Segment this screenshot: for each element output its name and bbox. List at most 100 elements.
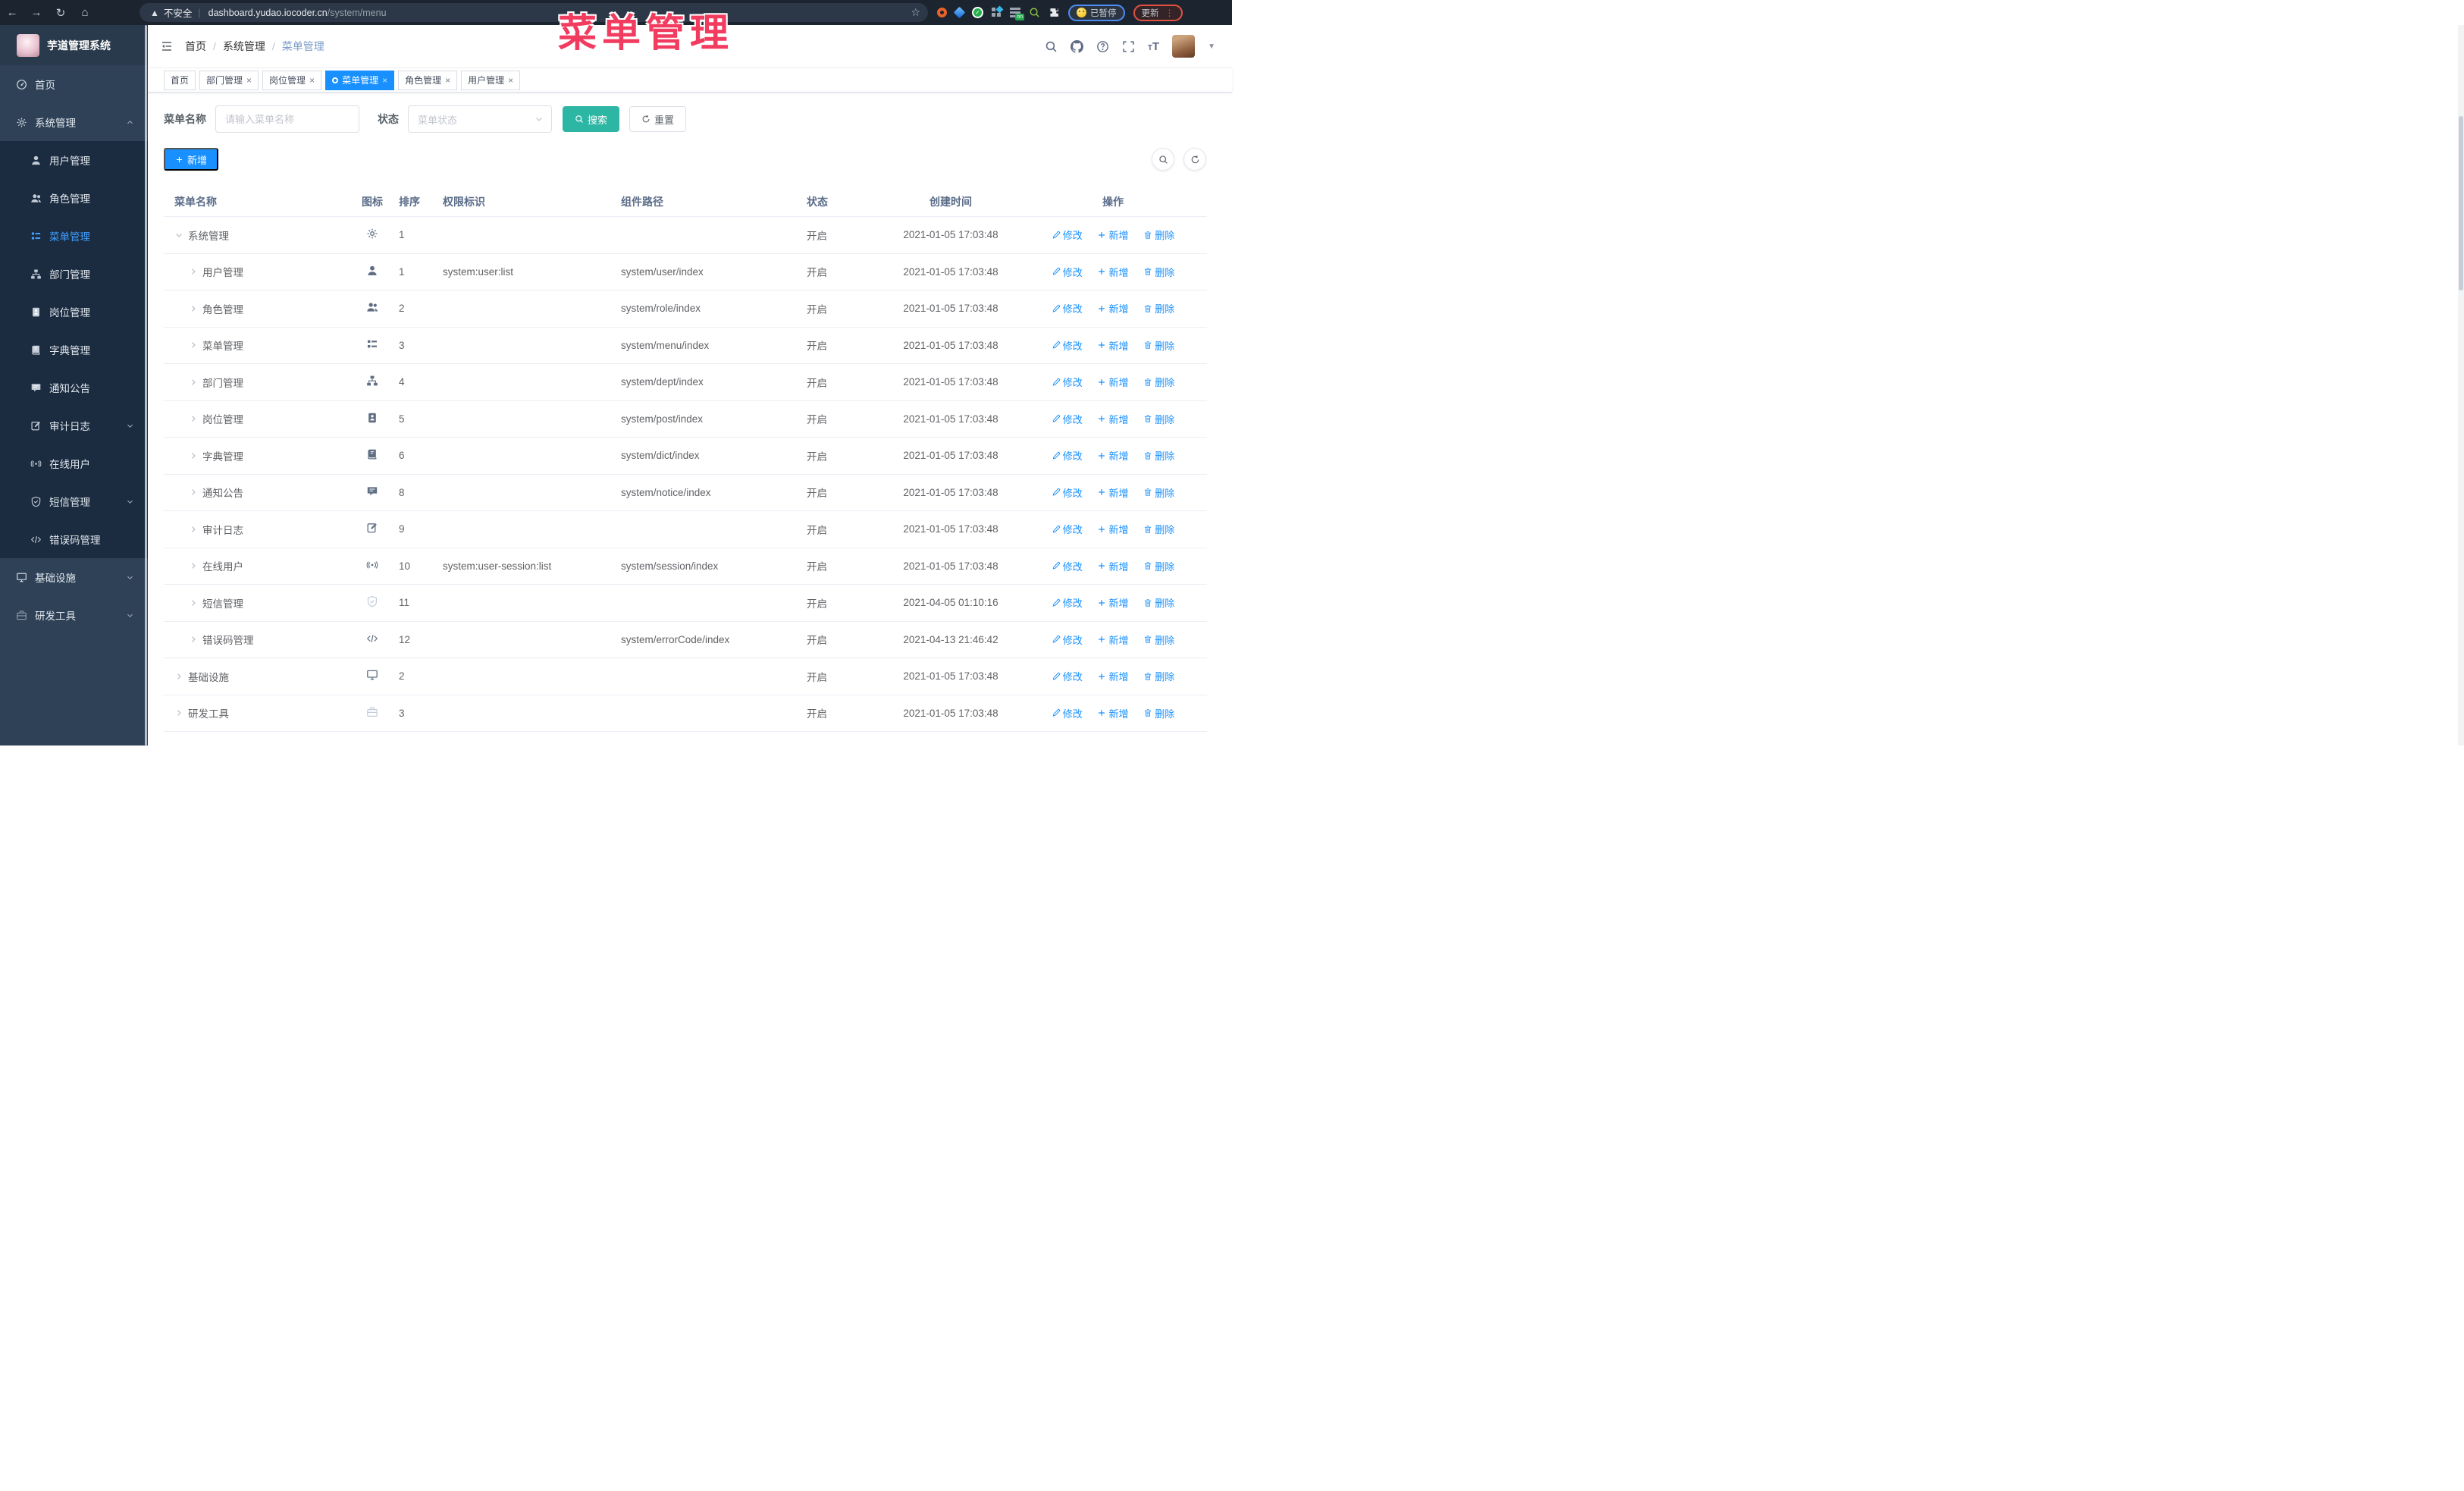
search-icon[interactable]	[1045, 40, 1058, 53]
row-expand-icon[interactable]	[174, 231, 183, 240]
delete-link[interactable]: 删除	[1143, 228, 1174, 242]
add-child-link[interactable]: 新增	[1097, 301, 1129, 315]
sidebar-item-user[interactable]: 用户管理	[0, 141, 148, 179]
edit-link[interactable]: 修改	[1052, 301, 1083, 315]
extension-gem-icon[interactable]	[953, 6, 966, 19]
delete-link[interactable]: 删除	[1143, 669, 1174, 683]
browser-forward-button[interactable]: →	[24, 6, 49, 19]
add-child-link[interactable]: 新增	[1097, 265, 1129, 279]
sidebar-item-code[interactable]: 错误码管理	[0, 520, 148, 558]
help-icon[interactable]	[1096, 40, 1109, 53]
sidebar-collapse-icon[interactable]	[161, 40, 173, 52]
add-child-link[interactable]: 新增	[1097, 485, 1129, 500]
row-expand-icon[interactable]	[189, 598, 198, 607]
sidebar-item-log[interactable]: 审计日志	[0, 406, 148, 444]
browser-back-button[interactable]: ←	[0, 6, 24, 19]
tab-close-icon[interactable]: ×	[382, 76, 387, 85]
edit-link[interactable]: 修改	[1052, 412, 1083, 426]
extension-paused-chip[interactable]: 已暂停	[1068, 4, 1125, 21]
user-menu-caret-icon[interactable]: ▼	[1208, 42, 1215, 51]
add-child-link[interactable]: 新增	[1097, 559, 1129, 573]
edit-link[interactable]: 修改	[1052, 559, 1083, 573]
row-expand-icon[interactable]	[174, 708, 183, 717]
extension-stack-icon[interactable]: on	[1010, 8, 1024, 20]
tab[interactable]: 用户管理 ×	[461, 70, 521, 90]
edit-link[interactable]: 修改	[1052, 375, 1083, 389]
browser-home-button[interactable]: ⌂	[73, 6, 97, 19]
delete-link[interactable]: 删除	[1143, 265, 1174, 279]
sidebar-item-tool[interactable]: 研发工具	[0, 596, 148, 634]
delete-link[interactable]: 删除	[1143, 375, 1174, 389]
row-expand-icon[interactable]	[189, 414, 198, 423]
row-expand-icon[interactable]	[189, 451, 198, 460]
github-icon[interactable]	[1071, 40, 1083, 53]
add-child-link[interactable]: 新增	[1097, 595, 1129, 610]
row-expand-icon[interactable]	[189, 341, 198, 350]
edit-link[interactable]: 修改	[1052, 228, 1083, 242]
page-scrollbar[interactable]	[2458, 25, 2464, 746]
row-expand-icon[interactable]	[189, 304, 198, 313]
sidebar-item-users[interactable]: 角色管理	[0, 179, 148, 217]
tab[interactable]: 首页	[164, 70, 196, 90]
extension-check-icon[interactable]: ✓	[972, 7, 983, 18]
bookmark-star-icon[interactable]: ☆	[911, 6, 920, 19]
row-expand-icon[interactable]	[174, 672, 183, 681]
delete-link[interactable]: 删除	[1143, 338, 1174, 353]
tab[interactable]: 岗位管理 ×	[262, 70, 322, 90]
edit-link[interactable]: 修改	[1052, 338, 1083, 353]
extensions-puzzle-icon[interactable]	[1049, 7, 1060, 18]
delete-link[interactable]: 删除	[1143, 412, 1174, 426]
tab[interactable]: 菜单管理 ×	[325, 70, 395, 90]
refresh-table-button[interactable]	[1183, 148, 1206, 171]
edit-link[interactable]: 修改	[1052, 632, 1083, 647]
add-child-link[interactable]: 新增	[1097, 228, 1129, 242]
breadcrumb-system[interactable]: 系统管理	[223, 39, 265, 54]
add-button[interactable]: 新增	[164, 148, 219, 171]
browser-menu-kebab-icon[interactable]: ⋮	[1165, 8, 1174, 18]
delete-link[interactable]: 删除	[1143, 522, 1174, 536]
add-child-link[interactable]: 新增	[1097, 522, 1129, 536]
edit-link[interactable]: 修改	[1052, 706, 1083, 720]
browser-address-bar[interactable]: ▲ 不安全 | dashboard.yudao.iocoder.cn /syst…	[140, 3, 928, 22]
delete-link[interactable]: 删除	[1143, 559, 1174, 573]
row-expand-icon[interactable]	[189, 561, 198, 570]
sidebar-item-message[interactable]: 通知公告	[0, 369, 148, 406]
status-select[interactable]: 菜单状态	[408, 105, 552, 133]
delete-link[interactable]: 删除	[1143, 485, 1174, 500]
row-expand-icon[interactable]	[189, 267, 198, 276]
fullscreen-icon[interactable]	[1122, 40, 1135, 53]
sidebar-item-monitor[interactable]: 基础设施	[0, 558, 148, 596]
sidebar-item-dashboard[interactable]: 首页	[0, 65, 148, 103]
tab-close-icon[interactable]: ×	[508, 76, 513, 85]
delete-link[interactable]: 删除	[1143, 632, 1174, 647]
browser-reload-button[interactable]: ↻	[49, 6, 73, 20]
row-expand-icon[interactable]	[189, 378, 198, 387]
tab[interactable]: 角色管理 ×	[398, 70, 458, 90]
add-child-link[interactable]: 新增	[1097, 375, 1129, 389]
font-size-icon[interactable]: TT	[1148, 40, 1159, 53]
tab-close-icon[interactable]: ×	[445, 76, 450, 85]
tab[interactable]: 部门管理 ×	[199, 70, 259, 90]
toggle-search-button[interactable]	[1152, 148, 1174, 171]
app-logo-row[interactable]: 芋道管理系统	[0, 25, 148, 65]
extension-search-icon[interactable]	[1029, 7, 1040, 18]
row-expand-icon[interactable]	[189, 635, 198, 644]
edit-link[interactable]: 修改	[1052, 522, 1083, 536]
sidebar-item-dict[interactable]: 字典管理	[0, 331, 148, 369]
extension-grid-icon[interactable]	[992, 5, 1004, 17]
sidebar-item-sms[interactable]: 短信管理	[0, 482, 148, 520]
reset-button[interactable]: 重置	[629, 106, 687, 132]
edit-link[interactable]: 修改	[1052, 669, 1083, 683]
sidebar-item-gear[interactable]: 系统管理	[0, 103, 148, 141]
breadcrumb-home[interactable]: 首页	[185, 39, 206, 54]
sidebar-item-online[interactable]: 在线用户	[0, 444, 148, 482]
delete-link[interactable]: 删除	[1143, 448, 1174, 463]
row-expand-icon[interactable]	[189, 525, 198, 534]
add-child-link[interactable]: 新增	[1097, 632, 1129, 647]
sidebar-item-tree[interactable]: 部门管理	[0, 255, 148, 293]
add-child-link[interactable]: 新增	[1097, 412, 1129, 426]
edit-link[interactable]: 修改	[1052, 595, 1083, 610]
avatar[interactable]	[1172, 35, 1196, 58]
add-child-link[interactable]: 新增	[1097, 669, 1129, 683]
add-child-link[interactable]: 新增	[1097, 338, 1129, 353]
